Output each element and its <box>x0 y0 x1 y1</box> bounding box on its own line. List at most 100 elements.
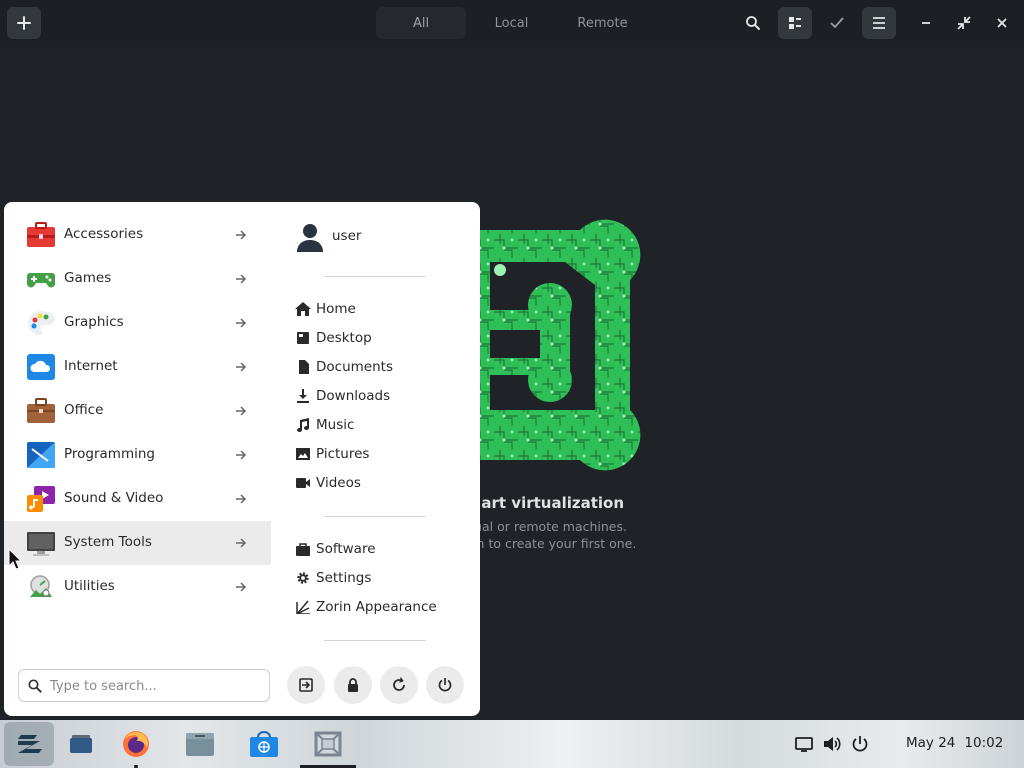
place-music[interactable]: Music <box>293 414 473 436</box>
category-label: Accessories <box>64 226 144 242</box>
power-button[interactable] <box>426 666 464 704</box>
graphics-palette-icon <box>28 311 55 335</box>
logout-icon <box>299 678 313 692</box>
volume-icon[interactable] <box>822 734 842 754</box>
category-office[interactable]: Office <box>4 389 271 433</box>
clock-time: 10:02 <box>964 735 1004 751</box>
boxes-illustration-icon <box>470 219 641 471</box>
pictures-icon <box>296 448 310 460</box>
empty-state-line-1: rtual or remote machines. <box>464 519 627 534</box>
software-store-icon <box>250 731 278 757</box>
mouse-cursor-icon <box>8 548 22 570</box>
utilities-icon <box>30 575 52 597</box>
display-icon[interactable] <box>794 734 814 754</box>
accessories-toolbox-icon <box>27 222 55 247</box>
category-label: Internet <box>64 358 118 374</box>
clock-date: May 24 <box>906 735 956 751</box>
user-name[interactable]: user <box>332 228 361 244</box>
appearance-icon <box>296 600 310 614</box>
tab-local[interactable]: Local <box>466 7 557 39</box>
tab-remote[interactable]: Remote <box>557 7 648 39</box>
category-programming[interactable]: Programming <box>4 433 271 477</box>
menu-zorin-appearance[interactable]: Zorin Appearance <box>293 596 473 618</box>
place-pictures[interactable]: Pictures <box>293 443 473 465</box>
workspaces-button[interactable] <box>56 722 106 766</box>
hamburger-menu-icon[interactable] <box>862 7 896 39</box>
office-briefcase-icon <box>27 398 55 423</box>
separator <box>324 640 426 641</box>
category-label: Programming <box>64 446 155 462</box>
category-utilities[interactable]: Utilities <box>4 565 271 609</box>
category-system-tools[interactable]: System Tools <box>4 521 271 565</box>
category-label: Graphics <box>64 314 124 330</box>
close-icon[interactable] <box>985 7 1019 39</box>
category-accessories[interactable]: Accessories <box>4 213 271 257</box>
zorin-start-button[interactable] <box>4 722 54 766</box>
place-documents[interactable]: Documents <box>293 356 473 378</box>
place-label: Videos <box>316 475 361 491</box>
separator <box>324 516 426 517</box>
arrow-right-icon <box>236 406 247 416</box>
menu-settings[interactable]: Settings <box>293 567 473 589</box>
category-label: Office <box>64 402 104 418</box>
arrow-right-icon <box>236 582 247 592</box>
boxes-icon <box>314 731 342 757</box>
place-label: Software <box>316 541 376 557</box>
place-label: Downloads <box>316 388 391 404</box>
search-icon <box>28 679 42 693</box>
place-desktop[interactable]: Desktop <box>293 327 473 349</box>
category-games[interactable]: Games <box>4 257 271 301</box>
sound-video-icon <box>27 486 55 512</box>
restart-icon <box>393 677 405 691</box>
user-avatar-icon[interactable] <box>296 222 324 252</box>
category-label: System Tools <box>64 534 152 550</box>
place-label: Zorin Appearance <box>316 599 437 615</box>
search-icon[interactable] <box>736 7 770 39</box>
lock-button[interactable] <box>334 666 372 704</box>
category-sound-video[interactable]: Sound & Video <box>4 477 271 521</box>
firefox-button[interactable] <box>111 722 161 766</box>
select-check-icon[interactable] <box>820 7 854 39</box>
games-gamepad-icon <box>27 273 55 288</box>
place-label: Settings <box>316 570 372 586</box>
arrow-right-icon <box>236 494 247 504</box>
logout-button[interactable] <box>287 666 325 704</box>
clock[interactable]: May 24 10:02 <box>906 735 1003 751</box>
place-label: Music <box>316 417 355 433</box>
category-internet[interactable]: Internet <box>4 345 271 389</box>
zorin-start-icon <box>18 735 42 753</box>
boxes-button[interactable] <box>303 722 353 766</box>
videos-icon <box>296 478 310 488</box>
restore-icon[interactable] <box>947 7 981 39</box>
search-input[interactable] <box>50 676 260 696</box>
menu-software[interactable]: Software <box>293 538 473 560</box>
firefox-icon <box>123 731 149 757</box>
place-downloads[interactable]: Downloads <box>293 385 473 407</box>
system-tools-monitor-icon <box>27 532 55 556</box>
power-icon <box>438 678 452 692</box>
music-icon <box>297 418 309 432</box>
category-label: Sound & Video <box>64 490 164 506</box>
place-label: Documents <box>316 359 393 375</box>
place-label: Desktop <box>316 330 372 346</box>
workspaces-icon <box>70 735 92 753</box>
place-home[interactable]: Home <box>293 298 473 320</box>
software-store-button[interactable] <box>239 722 289 766</box>
empty-state-line-2: ton to create your first one. <box>464 536 637 551</box>
software-bag-icon <box>296 543 310 556</box>
category-label: Utilities <box>64 578 115 594</box>
place-label: Home <box>316 301 356 317</box>
minimize-icon[interactable] <box>909 7 943 39</box>
arrow-right-icon <box>236 450 247 460</box>
tab-all[interactable]: All <box>376 7 466 39</box>
place-label: Pictures <box>316 446 370 462</box>
list-view-icon[interactable] <box>778 7 812 39</box>
empty-state-title: e art virtualization <box>466 494 625 512</box>
restart-button[interactable] <box>380 666 418 704</box>
add-icon[interactable] <box>7 7 41 39</box>
place-videos[interactable]: Videos <box>293 472 473 494</box>
power-icon[interactable] <box>850 734 870 754</box>
category-graphics[interactable]: Graphics <box>4 301 271 345</box>
lock-icon <box>348 678 358 692</box>
files-button[interactable] <box>175 722 225 766</box>
